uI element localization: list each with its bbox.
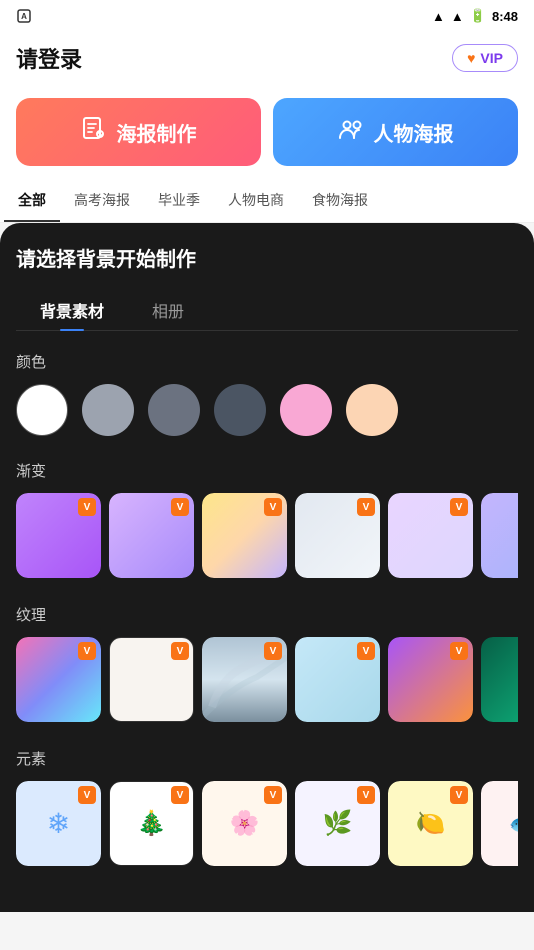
sub-tab-background[interactable]: 背景素材 bbox=[16, 290, 128, 330]
color-pink[interactable] bbox=[280, 384, 332, 436]
color-gray-dark[interactable] bbox=[214, 384, 266, 436]
overlay-panel: 请选择背景开始制作 背景素材 相册 颜色 渐变 V V V V bbox=[0, 223, 534, 912]
cat-tab-gaokao[interactable]: 高考海报 bbox=[60, 180, 144, 222]
main-buttons-container: 海报制作 人物海报 bbox=[0, 88, 534, 180]
gradient-section-label: 渐变 bbox=[16, 460, 518, 481]
cat-tab-person-ecom[interactable]: 人物电商 bbox=[214, 180, 298, 222]
vip-badge-t4: V bbox=[357, 642, 375, 660]
battery-icon: 🔋 bbox=[470, 8, 486, 24]
vip-badge-1: V bbox=[78, 498, 96, 516]
sub-tab-album[interactable]: 相册 bbox=[128, 290, 208, 330]
gradient-item-2[interactable]: V bbox=[109, 493, 194, 578]
status-bar: A ▲ ▲ 🔋 8:48 bbox=[0, 0, 534, 32]
header: 请登录 ♥ VIP bbox=[0, 32, 534, 88]
element-item-2[interactable]: 🎄 V bbox=[109, 781, 194, 866]
gradient-item-4[interactable]: V bbox=[295, 493, 380, 578]
element-item-1[interactable]: ❄ V bbox=[16, 781, 101, 866]
color-section-label: 颜色 bbox=[16, 351, 518, 372]
vip-badge-e2: V bbox=[171, 786, 189, 804]
vip-badge-e3: V bbox=[264, 786, 282, 804]
sub-tabs: 背景素材 相册 bbox=[16, 290, 518, 331]
vip-badge-5: V bbox=[450, 498, 468, 516]
vip-badge-3: V bbox=[264, 498, 282, 516]
element-row: ❄ V 🎄 V 🌸 V 🌿 V 🍋 bbox=[16, 781, 518, 870]
element-item-6[interactable]: 🐟 V bbox=[481, 781, 518, 866]
vip-button[interactable]: ♥ VIP bbox=[452, 44, 518, 72]
status-right-icons: ▲ ▲ 🔋 8:48 bbox=[432, 8, 518, 24]
gradient-item-5[interactable]: V bbox=[388, 493, 473, 578]
texture-section-label: 纹理 bbox=[16, 604, 518, 625]
poster-icon bbox=[81, 116, 107, 148]
color-gray-mid[interactable] bbox=[148, 384, 200, 436]
cat-tab-food[interactable]: 食物海报 bbox=[298, 180, 382, 222]
vip-heart-icon: ♥ bbox=[467, 50, 475, 66]
element-item-4[interactable]: 🌿 V bbox=[295, 781, 380, 866]
gradient-item-6[interactable]: V bbox=[481, 493, 518, 578]
person-poster-label: 人物海报 bbox=[374, 118, 454, 147]
texture-item-5[interactable]: V bbox=[388, 637, 473, 722]
status-app-icon: A bbox=[16, 8, 32, 25]
vip-badge-e4: V bbox=[357, 786, 375, 804]
svg-text:A: A bbox=[21, 12, 27, 21]
texture-item-2[interactable]: V bbox=[109, 637, 194, 722]
color-gray-light[interactable] bbox=[82, 384, 134, 436]
person-icon bbox=[338, 116, 364, 148]
element-item-5[interactable]: 🍋 V bbox=[388, 781, 473, 866]
texture-item-4[interactable]: V bbox=[295, 637, 380, 722]
texture-item-6[interactable]: V bbox=[481, 637, 518, 722]
gradient-item-3[interactable]: V bbox=[202, 493, 287, 578]
category-tabs: 全部 高考海报 毕业季 人物电商 食物海报 bbox=[0, 180, 534, 223]
time-display: 8:48 bbox=[492, 9, 518, 24]
texture-item-3[interactable]: V bbox=[202, 637, 287, 722]
gradient-row: V V V V V V bbox=[16, 493, 518, 582]
gradient-item-1[interactable]: V bbox=[16, 493, 101, 578]
vip-badge-e1: V bbox=[78, 786, 96, 804]
color-white[interactable] bbox=[16, 384, 68, 436]
header-title: 请登录 bbox=[16, 42, 82, 74]
vip-badge-e5: V bbox=[450, 786, 468, 804]
element-item-3[interactable]: 🌸 V bbox=[202, 781, 287, 866]
element-section-label: 元素 bbox=[16, 748, 518, 769]
cat-tab-graduation[interactable]: 毕业季 bbox=[144, 180, 214, 222]
poster-label: 海报制作 bbox=[117, 118, 197, 147]
color-row bbox=[16, 384, 518, 440]
vip-badge-t2: V bbox=[171, 642, 189, 660]
cat-tab-all[interactable]: 全部 bbox=[4, 180, 60, 222]
vip-badge-t1: V bbox=[78, 642, 96, 660]
person-poster-button[interactable]: 人物海报 bbox=[273, 98, 518, 166]
vip-badge-4: V bbox=[357, 498, 375, 516]
signal-icon: ▲ bbox=[451, 9, 464, 24]
vip-label: VIP bbox=[480, 50, 503, 66]
overlay-title: 请选择背景开始制作 bbox=[16, 243, 518, 272]
vip-badge-t5: V bbox=[450, 642, 468, 660]
wifi-icon: ▲ bbox=[432, 9, 445, 24]
texture-item-1[interactable]: V bbox=[16, 637, 101, 722]
color-peach[interactable] bbox=[346, 384, 398, 436]
vip-badge-2: V bbox=[171, 498, 189, 516]
texture-row: V V V V V V bbox=[16, 637, 518, 726]
poster-button[interactable]: 海报制作 bbox=[16, 98, 261, 166]
vip-badge-t3: V bbox=[264, 642, 282, 660]
